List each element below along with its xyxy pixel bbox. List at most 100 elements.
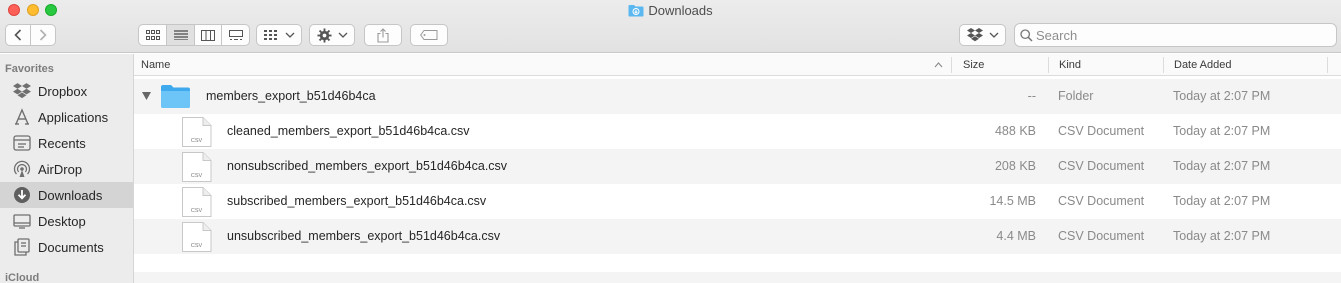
file-name: members_export_b51d46b4ca bbox=[206, 89, 376, 103]
sort-ascending-icon[interactable] bbox=[934, 62, 943, 68]
column-header-kind[interactable]: Kind bbox=[1059, 54, 1081, 76]
sidebar-item-airdrop[interactable]: AirDrop bbox=[0, 156, 133, 182]
sidebar-item-applications[interactable]: Applications bbox=[0, 104, 133, 130]
csv-file-badge: CSV bbox=[191, 138, 203, 144]
csv-file-badge: CSV bbox=[191, 208, 203, 214]
table-row[interactable]: CSV unsubscribed_members_export_b51d46b4… bbox=[134, 219, 1341, 254]
column-divider[interactable] bbox=[1048, 57, 1049, 73]
view-mode-group bbox=[138, 24, 250, 46]
file-kind: Folder bbox=[1058, 89, 1094, 103]
group-by-button[interactable] bbox=[256, 24, 302, 46]
sidebar-item-label: Recents bbox=[38, 135, 86, 151]
chevron-left-icon bbox=[14, 29, 22, 41]
list-icon bbox=[173, 30, 188, 40]
title-bar: Downloads bbox=[0, 0, 1341, 53]
folder-icon bbox=[161, 85, 190, 108]
file-list: Name Size Kind Date Added members_export… bbox=[134, 54, 1341, 283]
table-row[interactable]: CSV nonsubscribed_members_export_b51d46b… bbox=[134, 149, 1341, 184]
sidebar-item-label: Applications bbox=[38, 109, 109, 125]
gear-icon bbox=[316, 27, 332, 43]
column-header-row: Name Size Kind Date Added bbox=[134, 54, 1341, 76]
columns-icon bbox=[201, 29, 216, 41]
file-kind: CSV Document bbox=[1058, 124, 1145, 138]
empty-list-area bbox=[134, 272, 1341, 283]
sidebar-item-label: Dropbox bbox=[38, 83, 88, 99]
sidebar-item-label: Desktop bbox=[38, 213, 86, 229]
downloads-icon bbox=[12, 186, 32, 204]
column-view-button[interactable] bbox=[193, 25, 222, 45]
sidebar-item-dropbox[interactable]: Dropbox bbox=[0, 78, 133, 104]
table-row[interactable]: CSV subscribed_members_export_b51d46b4ca… bbox=[134, 184, 1341, 219]
column-header-size[interactable]: Size bbox=[963, 54, 984, 76]
dropbox-menu-button[interactable] bbox=[959, 24, 1006, 46]
table-row[interactable]: members_export_b51d46b4ca -- Folder Toda… bbox=[134, 79, 1341, 114]
chevron-down-icon bbox=[989, 32, 998, 38]
column-header-name[interactable]: Name bbox=[141, 54, 170, 76]
share-icon bbox=[377, 27, 389, 43]
airdrop-icon bbox=[12, 160, 32, 178]
file-kind: CSV Document bbox=[1058, 229, 1145, 243]
forward-button[interactable] bbox=[30, 25, 55, 45]
column-divider[interactable] bbox=[951, 57, 952, 73]
file-size: 208 KB bbox=[994, 159, 1036, 173]
csv-file-badge: CSV bbox=[191, 173, 203, 179]
file-name: nonsubscribed_members_export_b51d46b4ca.… bbox=[227, 159, 508, 173]
gallery-view-button[interactable] bbox=[221, 25, 249, 45]
sidebar-item-label: AirDrop bbox=[38, 161, 83, 177]
file-date-added: Today at 2:07 PM bbox=[1173, 89, 1271, 103]
icon-grid-icon bbox=[145, 30, 160, 40]
sidebar-item-desktop[interactable]: Desktop bbox=[0, 208, 133, 234]
window-title-text: Downloads bbox=[648, 3, 713, 18]
search-field[interactable] bbox=[1014, 23, 1337, 47]
column-header-date-added[interactable]: Date Added bbox=[1174, 54, 1232, 76]
applications-icon bbox=[12, 108, 32, 126]
csv-file-icon: CSV bbox=[182, 117, 212, 147]
column-divider[interactable] bbox=[1327, 57, 1328, 73]
file-kind: CSV Document bbox=[1058, 159, 1145, 173]
csv-file-icon: CSV bbox=[182, 222, 212, 252]
tags-button[interactable] bbox=[410, 24, 448, 46]
file-date-added: Today at 2:07 PM bbox=[1173, 124, 1271, 138]
file-date-added: Today at 2:07 PM bbox=[1173, 194, 1271, 208]
file-name: subscribed_members_export_b51d46b4ca.csv bbox=[227, 194, 487, 208]
downloads-folder-icon bbox=[628, 4, 644, 17]
disclosure-triangle-icon[interactable] bbox=[142, 92, 151, 100]
sidebar-section-favorites: Favorites bbox=[5, 63, 54, 75]
back-button[interactable] bbox=[6, 25, 30, 45]
window-title: Downloads bbox=[0, 2, 1341, 20]
csv-file-icon: CSV bbox=[182, 152, 212, 182]
search-input[interactable] bbox=[1036, 26, 1326, 44]
sidebar-item-label: Downloads bbox=[38, 187, 103, 203]
csv-file-icon: CSV bbox=[182, 187, 212, 217]
desktop-icon bbox=[12, 212, 32, 230]
csv-file-badge: CSV bbox=[191, 243, 203, 249]
chevron-down-icon bbox=[338, 32, 347, 38]
sidebar-item-downloads[interactable]: Downloads bbox=[0, 182, 133, 208]
file-name: unsubscribed_members_export_b51d46b4ca.c… bbox=[227, 229, 501, 243]
file-kind: CSV Document bbox=[1058, 194, 1145, 208]
sidebar-section-icloud: iCloud bbox=[5, 272, 40, 283]
dropbox-icon bbox=[966, 28, 983, 42]
action-menu-button[interactable] bbox=[309, 24, 355, 46]
table-row[interactable]: CSV cleaned_members_export_b51d46b4ca.cs… bbox=[134, 114, 1341, 149]
file-date-added: Today at 2:07 PM bbox=[1173, 229, 1271, 243]
chevron-right-icon bbox=[40, 29, 47, 41]
gallery-icon bbox=[228, 29, 243, 40]
tag-icon bbox=[420, 30, 438, 40]
share-button[interactable] bbox=[364, 24, 402, 46]
icon-view-button[interactable] bbox=[139, 25, 166, 45]
documents-icon bbox=[12, 238, 32, 256]
sidebar-item-documents[interactable]: Documents bbox=[0, 234, 133, 260]
column-divider[interactable] bbox=[1163, 57, 1164, 73]
recents-icon bbox=[12, 134, 32, 152]
back-forward-group bbox=[5, 24, 56, 46]
list-view-button[interactable] bbox=[166, 25, 194, 45]
dropbox-icon bbox=[12, 82, 32, 100]
group-grid-icon bbox=[263, 30, 277, 40]
file-date-added: Today at 2:07 PM bbox=[1173, 159, 1271, 173]
sidebar-item-label: Documents bbox=[38, 239, 104, 255]
search-icon bbox=[1020, 29, 1033, 42]
file-size: -- bbox=[1027, 89, 1036, 103]
sidebar-item-recents[interactable]: Recents bbox=[0, 130, 133, 156]
file-name: cleaned_members_export_b51d46b4ca.csv bbox=[227, 124, 470, 138]
